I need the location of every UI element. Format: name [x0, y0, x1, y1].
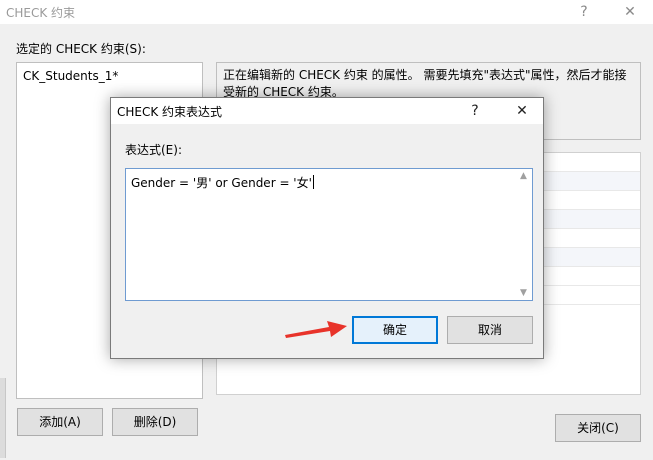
expression-text: Gender = '男' or Gender = '女' — [131, 176, 312, 190]
dialog-close-button[interactable]: ✕ — [508, 101, 536, 121]
expression-scrollbar[interactable]: ▲ ▼ — [515, 169, 532, 300]
list-item[interactable]: CK_Students_1* — [23, 69, 118, 83]
expression-input[interactable]: Gender = '男' or Gender = '女' ▲ ▼ — [125, 168, 533, 301]
close-button[interactable]: 关闭(C) — [555, 414, 641, 442]
window-title-bar: CHECK 约束 ? ✕ — [0, 0, 653, 24]
annotation-arrow-icon — [285, 321, 347, 338]
window-help-button[interactable]: ? — [570, 2, 598, 22]
background-window-edge — [0, 378, 6, 458]
window-close-button[interactable]: ✕ — [616, 2, 644, 22]
constraints-list-label: 选定的 CHECK 约束(S): — [16, 42, 146, 56]
dialog-title: CHECK 约束表达式 — [117, 105, 223, 119]
delete-button[interactable]: 删除(D) — [112, 408, 198, 436]
scroll-down-icon[interactable]: ▼ — [515, 288, 532, 298]
window-title: CHECK 约束 — [6, 6, 76, 20]
text-caret — [312, 175, 314, 189]
dialog-title-bar: CHECK 约束表达式 ? ✕ — [111, 98, 543, 124]
add-button[interactable]: 添加(A) — [17, 408, 103, 436]
ok-button[interactable]: 确定 — [352, 316, 438, 344]
cancel-button[interactable]: 取消 — [447, 316, 533, 344]
dialog-help-button[interactable]: ? — [461, 101, 489, 121]
expression-label: 表达式(E): — [125, 143, 182, 157]
scroll-up-icon[interactable]: ▲ — [515, 171, 532, 181]
